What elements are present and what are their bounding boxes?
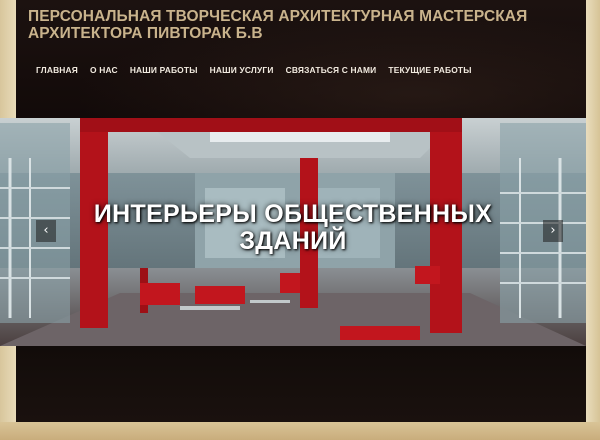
- nav-item-current-works[interactable]: ТЕКУЩИЕ РАБОТЫ: [382, 62, 477, 78]
- slider-next-button[interactable]: ›: [543, 220, 563, 242]
- site-header: ПЕРСОНАЛЬНАЯ ТВОРЧЕСКАЯ АРХИТЕКТУРНАЯ МА…: [16, 0, 586, 118]
- slide-caption: ИНТЕРЬЕРЫ ОБЩЕСТВЕННЫХ ЗДАНИЙ: [93, 200, 493, 255]
- nav-item-about[interactable]: О НАС: [84, 62, 124, 78]
- chevron-right-icon: ›: [550, 223, 556, 238]
- page-background-right: [586, 0, 600, 440]
- chevron-left-icon: ‹: [43, 223, 49, 238]
- site-title[interactable]: ПЕРСОНАЛЬНАЯ ТВОРЧЕСКАЯ АРХИТЕКТУРНАЯ МА…: [28, 8, 578, 42]
- content-area: [16, 346, 586, 422]
- nav-item-home[interactable]: ГЛАВНАЯ: [30, 62, 84, 78]
- main-nav: ГЛАВНАЯ О НАС НАШИ РАБОТЫ НАШИ УСЛУГИ СВ…: [30, 62, 478, 78]
- slider-prev-button[interactable]: ‹: [36, 220, 56, 242]
- nav-item-works[interactable]: НАШИ РАБОТЫ: [124, 62, 204, 78]
- page-background-bottom: [0, 422, 600, 440]
- hero-slider: ИНТЕРЬЕРЫ ОБЩЕСТВЕННЫХ ЗДАНИЙ ‹ ›: [0, 118, 586, 346]
- nav-item-services[interactable]: НАШИ УСЛУГИ: [204, 62, 280, 78]
- nav-item-contact[interactable]: СВЯЗАТЬСЯ С НАМИ: [280, 62, 383, 78]
